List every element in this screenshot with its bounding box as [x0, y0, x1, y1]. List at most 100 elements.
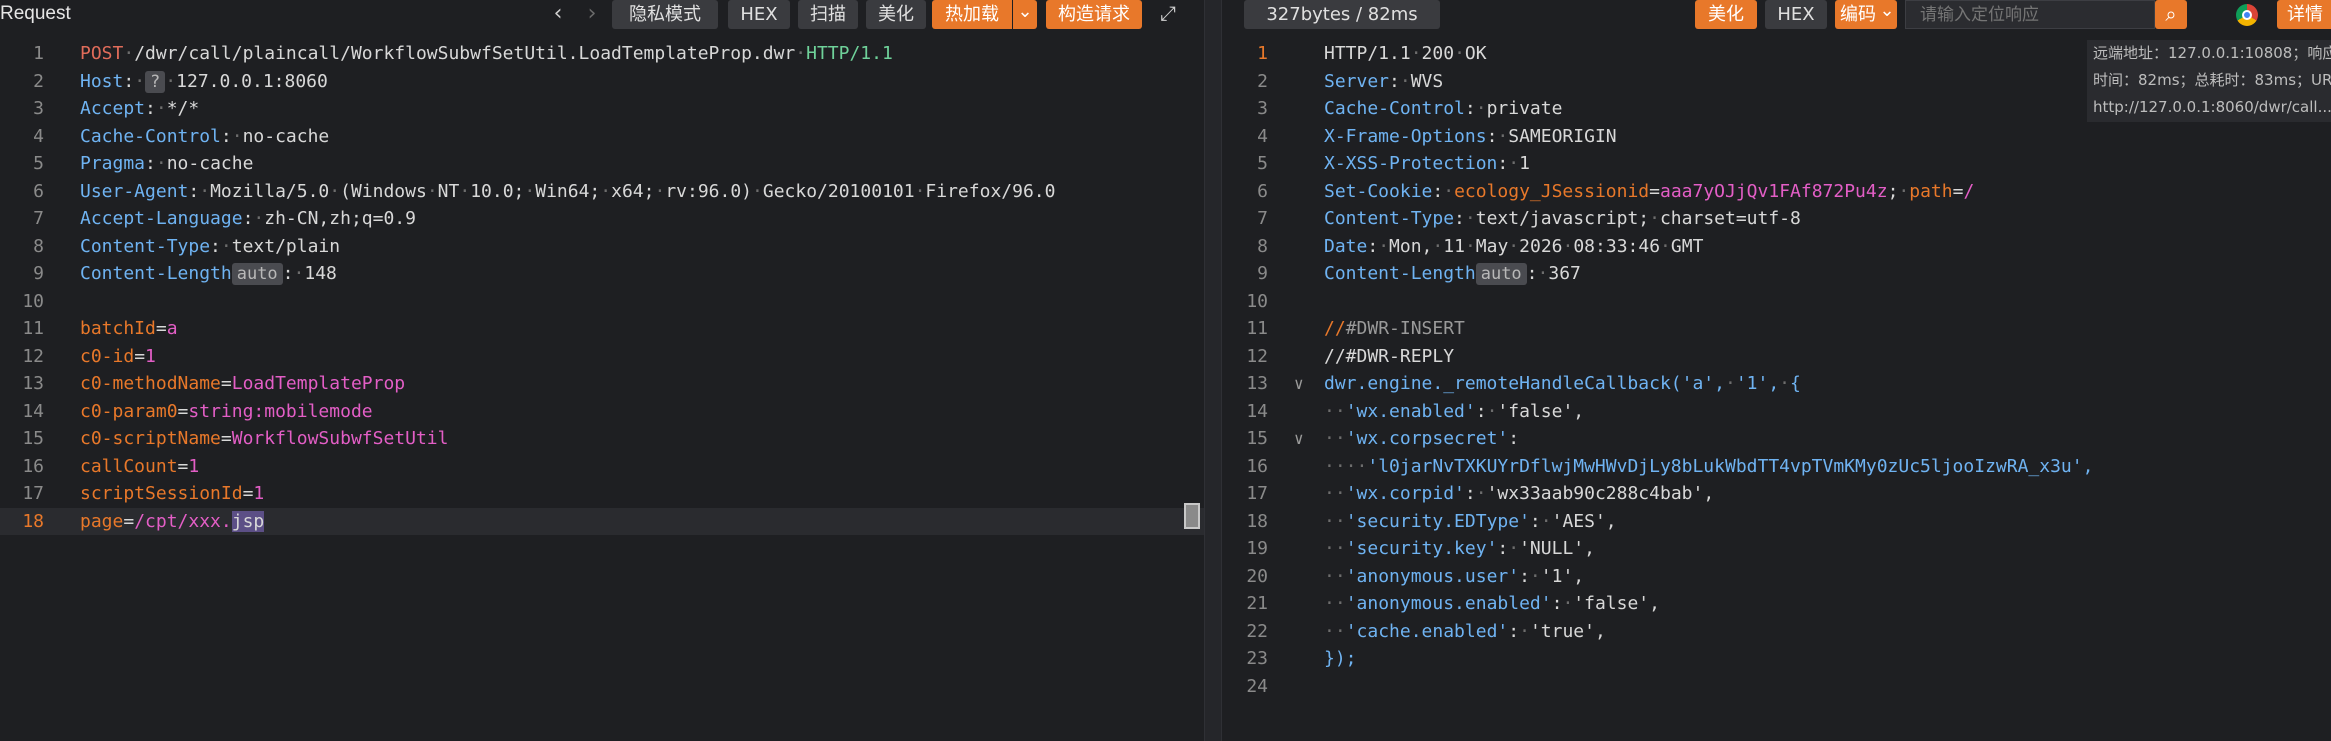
response-line[interactable]: 23});	[1222, 645, 2331, 673]
response-search-input[interactable]	[1905, 0, 2155, 29]
code-token: 'anonymous.user'	[1345, 565, 1520, 587]
response-line[interactable]: 17 ··'wx.corpid':·'wx33aab90c288c4bab',	[1222, 480, 2331, 508]
code-token: text/plain	[231, 235, 341, 257]
response-beautify-button[interactable]: 美化	[1695, 0, 1757, 29]
code-token: NT	[437, 180, 460, 202]
pane-splitter[interactable]	[1204, 0, 1222, 741]
code-token: WVS	[1410, 70, 1444, 92]
line-number: 11	[22, 318, 44, 339]
code-token: 'wx.enabled'	[1345, 400, 1476, 422]
response-line[interactable]: 10	[1222, 288, 2331, 316]
request-line[interactable]: 6 User-Agent:·Mozilla/5.0·(Windows·NT·10.…	[0, 178, 1204, 206]
code-text: ··'anonymous.enabled':·'false',	[1324, 590, 1660, 618]
chrome-icon[interactable]	[2236, 4, 2258, 26]
response-line[interactable]: 20 ··'anonymous.user':·'1',	[1222, 563, 2331, 591]
response-line[interactable]: 22 ··'cache.enabled':·'true',	[1222, 618, 2331, 646]
response-line[interactable]: 5 X-XSS-Protection:·1	[1222, 150, 2331, 178]
request-line[interactable]: 12 c0-id=1	[0, 343, 1204, 371]
response-line[interactable]: 24	[1222, 673, 2331, 701]
code-token: LoadTemplateProp	[231, 373, 406, 394]
request-line[interactable]: 7 Accept-Language:·zh-CN,zh;q=0.9	[0, 205, 1204, 233]
response-line[interactable]: 11 //#DWR-INSERT	[1222, 315, 2331, 343]
hot-load-dropdown-icon[interactable]: ⌄	[1013, 0, 1037, 29]
response-line[interactable]: 7 Content-Type:·text/javascript;·charset=…	[1222, 205, 2331, 233]
response-editor[interactable]: 1 HTTP/1.1·200·OK 2 Server:·WVS 3 Cache-Contr…	[1222, 40, 2331, 741]
code-token: 'wx33aab90c288c4bab',	[1486, 483, 1715, 504]
code-token: WorkflowSubwfSetUtil	[231, 428, 449, 449]
response-line[interactable]: 4 X-Frame-Options:·SAMEORIGIN	[1222, 123, 2331, 151]
code-token: //	[1324, 318, 1346, 339]
request-line[interactable]: 5 Pragma:·no-cache	[0, 150, 1204, 178]
response-line[interactable]: 16 ····'l0jarNvTXKUYrDflwjMwHWvDjLy8bLukW…	[1222, 453, 2331, 481]
code-text: User-Agent:·Mozilla/5.0·(Windows·NT·10.0…	[80, 178, 1055, 206]
request-line[interactable]: 2 Host:·? ·127.0.0.1:8060	[0, 68, 1204, 96]
code-token: c0-param0	[80, 400, 178, 422]
request-editor[interactable]: 1 POST·/dwr/call/plaincall/WorkflowSubwfS…	[0, 40, 1204, 741]
response-line[interactable]: 8 Date:·Mon,·11·May·2026·08:33:46·GMT	[1222, 233, 2331, 261]
code-token: ·	[1475, 483, 1487, 504]
inline-chip[interactable]: auto	[231, 263, 283, 285]
scan-button[interactable]: 扫描	[798, 0, 858, 29]
line-number: 17	[1246, 483, 1268, 504]
code-token: ··	[1324, 593, 1346, 614]
line-number: 5	[33, 153, 44, 174]
response-pane: 327bytes / 82ms 美化 HEX 编码 ⌄ ⌕ 详情 1 HTTP/1…	[1222, 0, 2331, 741]
code-token: '1',	[1540, 565, 1585, 587]
search-icon[interactable]: ⌕	[2155, 0, 2187, 29]
forward-icon[interactable]: ›	[580, 0, 604, 29]
fold-toggle-icon[interactable]: ∨	[1294, 370, 1304, 398]
code-text: batchId=a	[80, 315, 178, 343]
hot-load-button[interactable]: 热加载	[932, 0, 1012, 29]
request-line[interactable]: 4 Cache-Control:·no-cache	[0, 123, 1204, 151]
response-line[interactable]: 9 Content-Length auto:·367	[1222, 260, 2331, 288]
code-text: Host:·? ·127.0.0.1:8060	[80, 68, 328, 96]
expand-icon[interactable]: ⤢	[1156, 0, 1180, 29]
inline-chip[interactable]: ?	[145, 70, 166, 93]
code-token: ·	[1410, 43, 1422, 64]
response-line[interactable]: 21 ··'anonymous.enabled':·'false',	[1222, 590, 2331, 618]
code-token: ··	[1324, 510, 1346, 532]
response-line[interactable]: 14 ··'wx.enabled':·'false',	[1222, 398, 2331, 426]
code-token: x64;	[611, 180, 655, 202]
construct-request-button[interactable]: 构造请求	[1046, 0, 1142, 29]
request-line[interactable]: 18 page=/cpt/xxx.jsp	[0, 507, 1204, 535]
request-line[interactable]: 15 c0-scriptName=WorkflowSubwfSetUtil	[0, 425, 1204, 453]
request-line[interactable]: 3 Accept:·*/*	[0, 95, 1204, 123]
request-line[interactable]: 8 Content-Type:·text/plain	[0, 233, 1204, 261]
request-line[interactable]: 17 scriptSessionId=1	[0, 480, 1204, 508]
response-info-panel: 远端地址：127.0.0.1:10808；响应 时间：82ms；总耗时：83ms…	[2087, 40, 2331, 122]
code-token: Win64;	[535, 180, 601, 202]
request-line[interactable]: 9 Content-Length auto:·148	[0, 260, 1204, 288]
code-token: ··	[1324, 400, 1346, 422]
info-line-2: 时间：82ms；总耗时：83ms；URL：	[2093, 71, 2331, 89]
response-hex-button[interactable]: HEX	[1765, 0, 1827, 29]
code-token: =	[242, 483, 254, 504]
response-line[interactable]: 13 ∨ dwr.engine._remoteHandleCallback('a',…	[1222, 370, 2331, 398]
code-text: });	[1324, 645, 1357, 673]
code-text: Cache-Control:·no-cache	[80, 123, 329, 151]
response-line[interactable]: 12 //#DWR-REPLY	[1222, 343, 2331, 371]
code-token: =	[134, 345, 146, 367]
request-line[interactable]: 1 POST·/dwr/call/plaincall/WorkflowSubwfS…	[0, 40, 1204, 68]
details-button[interactable]: 详情	[2277, 0, 2331, 29]
hex-button[interactable]: HEX	[728, 0, 790, 29]
response-line[interactable]: 15 ∨ ··'wx.corpsecret':	[1222, 425, 2331, 453]
response-line[interactable]: 19 ··'security.key':·'NULL',	[1222, 535, 2331, 563]
code-token: Cache-Control	[80, 125, 221, 147]
request-line[interactable]: 10	[0, 288, 1204, 316]
fold-toggle-icon[interactable]: ∨	[1294, 425, 1304, 453]
inline-chip[interactable]: auto	[1475, 263, 1527, 285]
response-line[interactable]: 6 Set-Cookie:·ecology_JSessionid=aaa7yOJj…	[1222, 178, 2331, 206]
request-line[interactable]: 14 c0-param0=string:mobilemode	[0, 398, 1204, 426]
code-token: dwr.engine._remoteHandleCallback('a',	[1324, 373, 1725, 394]
request-line[interactable]: 13 c0-methodName=LoadTemplateProp	[0, 370, 1204, 398]
request-line[interactable]: 16 callCount=1	[0, 453, 1204, 481]
private-mode-button[interactable]: 隐私模式	[612, 0, 718, 29]
code-token: ·	[231, 125, 243, 147]
encoding-dropdown-icon[interactable]: ⌄	[1877, 0, 1897, 29]
beautify-button[interactable]: 美化	[866, 0, 926, 29]
request-line[interactable]: 11 batchId=a	[0, 315, 1204, 343]
response-line[interactable]: 18 ··'security.EDType':·'AES',	[1222, 508, 2331, 536]
back-icon[interactable]: ‹	[546, 0, 570, 29]
request-scrollbar-thumb[interactable]	[1184, 503, 1200, 529]
